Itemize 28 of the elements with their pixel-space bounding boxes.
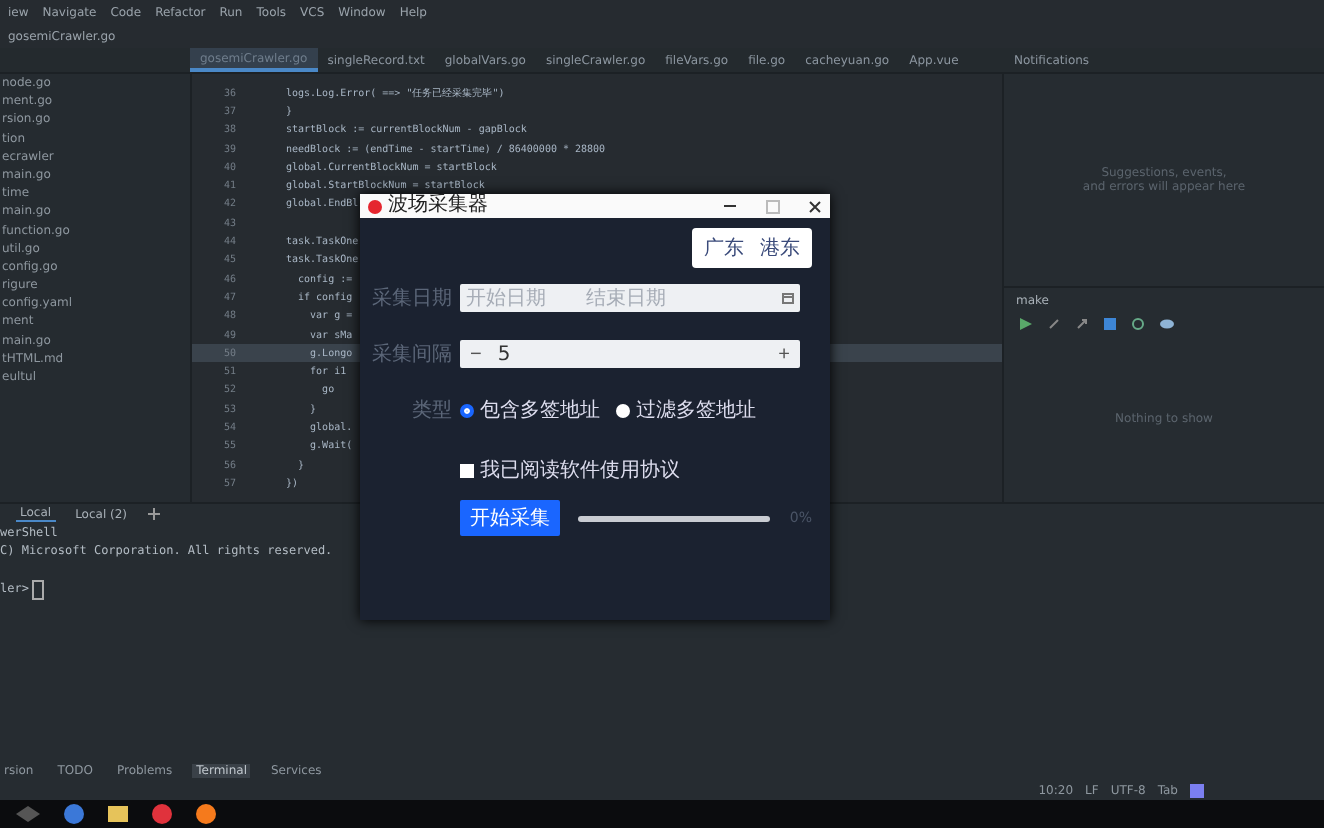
cursor — [32, 579, 45, 600]
add-icon[interactable] — [147, 508, 160, 520]
taskbar-app-icon[interactable] — [16, 806, 40, 822]
radio-option[interactable]: 过滤多签地址 — [616, 396, 756, 424]
run-icon[interactable] — [1020, 318, 1032, 330]
radio-option[interactable]: 包含多签地址 — [460, 396, 600, 424]
window-title: 波场采集器 — [388, 194, 490, 218]
app-icon — [368, 199, 382, 213]
field-label: 采集间隔 — [370, 341, 452, 368]
taskbar-app-icon[interactable] — [152, 804, 172, 824]
taskbar-app-icon[interactable] — [64, 804, 84, 824]
agreement-checkbox[interactable]: 我已阅读软件使用协议 — [460, 456, 680, 484]
collapse-icon[interactable] — [1076, 318, 1088, 330]
field-label: 类型 — [410, 397, 452, 424]
end-date-field[interactable]: 结束日期 — [586, 287, 674, 309]
field-label: 采集日期 — [370, 285, 452, 312]
browser-icon[interactable] — [196, 804, 216, 824]
close-icon[interactable] — [808, 199, 822, 213]
user-icon[interactable] — [1190, 783, 1204, 797]
increment-button[interactable]: + — [774, 343, 794, 365]
decrement-button[interactable]: − — [466, 343, 486, 365]
calendar-icon — [782, 292, 794, 304]
start-button[interactable]: 开始采集 — [460, 500, 560, 536]
number-field[interactable]: − 5 + — [460, 340, 800, 368]
eye-icon[interactable] — [1160, 318, 1174, 330]
filter-icon[interactable] — [1132, 318, 1144, 330]
expand-icon[interactable] — [1048, 318, 1060, 330]
start-date-field[interactable]: 开始日期 — [466, 287, 554, 309]
